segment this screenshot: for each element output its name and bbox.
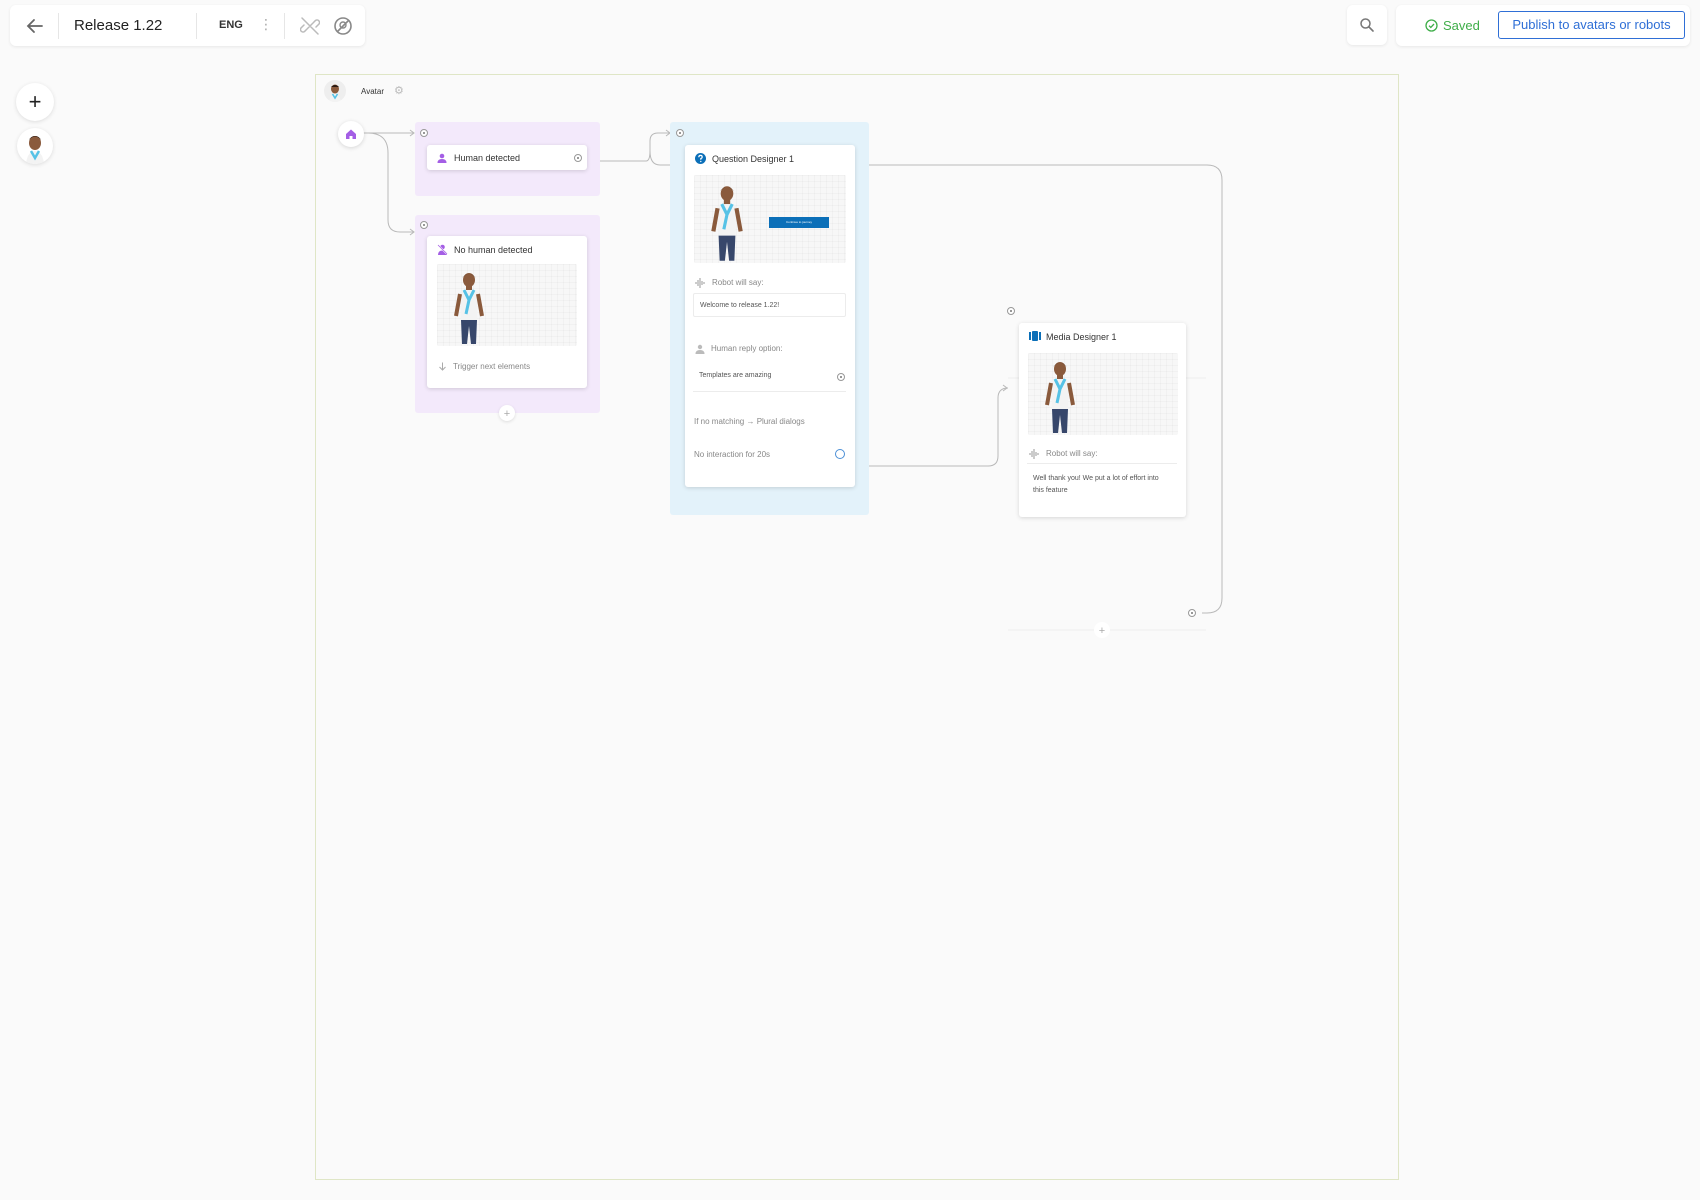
preview-continue-button: Continue to journey	[769, 217, 829, 228]
avatar-figure	[1045, 362, 1075, 433]
no-face-icon[interactable]	[333, 16, 353, 36]
robot-will-say-label: Robot will say:	[1046, 449, 1098, 458]
avatar-image	[324, 80, 346, 102]
avatar-thumbnail[interactable]	[17, 128, 53, 164]
project-title[interactable]: Release 1.22	[74, 17, 162, 34]
plus-icon: +	[503, 408, 511, 420]
person-icon	[437, 153, 447, 163]
input-port[interactable]	[1007, 307, 1015, 315]
start-node[interactable]	[338, 121, 364, 147]
output-port[interactable]	[1188, 609, 1196, 617]
more-options-icon[interactable]: ⋮	[259, 16, 273, 33]
avatar-preview	[437, 264, 577, 346]
media-designer-card[interactable]: Media Designer 1 Robot will say: Well th…	[1019, 323, 1186, 517]
human-reply-text: Templates are amazing	[699, 372, 772, 379]
question-icon	[695, 153, 706, 164]
avatar-icon	[26, 136, 44, 164]
question-preview: Continue to journey	[694, 175, 846, 263]
input-port[interactable]	[420, 129, 428, 137]
card-title: Media Designer 1	[1046, 332, 1117, 342]
no-human-detected-card[interactable]: No human detected Trigger next elements	[427, 236, 587, 388]
input-port[interactable]	[676, 129, 684, 137]
plus-icon: +	[1098, 625, 1106, 637]
flow-canvas[interactable]: Avatar ⚙ Human detected No human detecte…	[315, 74, 1399, 1180]
voice-wave-icon	[695, 278, 705, 288]
home-icon	[346, 129, 356, 139]
card-title: Question Designer 1	[712, 154, 795, 164]
publish-button[interactable]: Publish to avatars or robots	[1498, 11, 1685, 39]
media-preview	[1028, 353, 1178, 435]
media-icon	[1029, 331, 1041, 341]
robot-say-field[interactable]: Welcome to release 1.22!	[693, 293, 846, 317]
link-off-icon[interactable]	[300, 16, 320, 36]
card-title: Human detected	[454, 153, 521, 163]
check-circle-icon	[1425, 19, 1438, 32]
robot-say-text[interactable]: Well thank you! We put a lot of effort i…	[1033, 473, 1168, 497]
no-person-icon	[437, 244, 448, 255]
saved-status: Saved	[1443, 18, 1480, 33]
human-detected-card[interactable]: Human detected	[427, 145, 587, 170]
search-button[interactable]	[1347, 5, 1387, 45]
avatar-figure	[711, 186, 743, 261]
voice-wave-icon	[1029, 449, 1039, 459]
robot-will-say-label: Robot will say:	[712, 278, 764, 287]
divider	[196, 13, 197, 39]
arrow-down-icon	[439, 362, 446, 371]
back-arrow-icon[interactable]	[24, 15, 46, 37]
publish-toolbar: Saved Publish to avatars or robots	[1396, 5, 1690, 46]
human-reply-label: Human reply option:	[711, 344, 783, 353]
language-selector[interactable]: ENG	[219, 19, 243, 31]
human-reply-option[interactable]: Templates are amazing	[693, 361, 846, 392]
add-element-button[interactable]: +	[16, 83, 54, 121]
person-icon	[695, 344, 705, 354]
robot-say-text: Welcome to release 1.22!	[700, 302, 780, 309]
timeout-output-port[interactable]	[835, 449, 845, 459]
divider	[58, 13, 59, 39]
avatar-figure	[454, 273, 484, 344]
avatar-label: Avatar	[361, 87, 384, 96]
input-port[interactable]	[420, 221, 428, 229]
top-toolbar: Release 1.22 ENG ⋮	[10, 5, 365, 46]
output-port[interactable]	[837, 373, 845, 381]
question-designer-card[interactable]: Question Designer 1 Continue to journey …	[685, 145, 855, 487]
card-title: No human detected	[454, 245, 533, 255]
add-next-button[interactable]: +	[1094, 622, 1110, 638]
trigger-next-elements: Trigger next elements	[453, 362, 531, 371]
no-matching-fallback[interactable]: If no matching → Plural dialogs	[694, 417, 805, 426]
search-icon	[1360, 18, 1374, 32]
add-next-button[interactable]: +	[499, 405, 515, 421]
settings-gear-icon[interactable]: ⚙	[394, 84, 404, 97]
divider	[284, 13, 285, 39]
divider	[1027, 463, 1177, 464]
output-port[interactable]	[574, 154, 582, 162]
no-interaction-timeout[interactable]: No interaction for 20s	[694, 450, 770, 459]
